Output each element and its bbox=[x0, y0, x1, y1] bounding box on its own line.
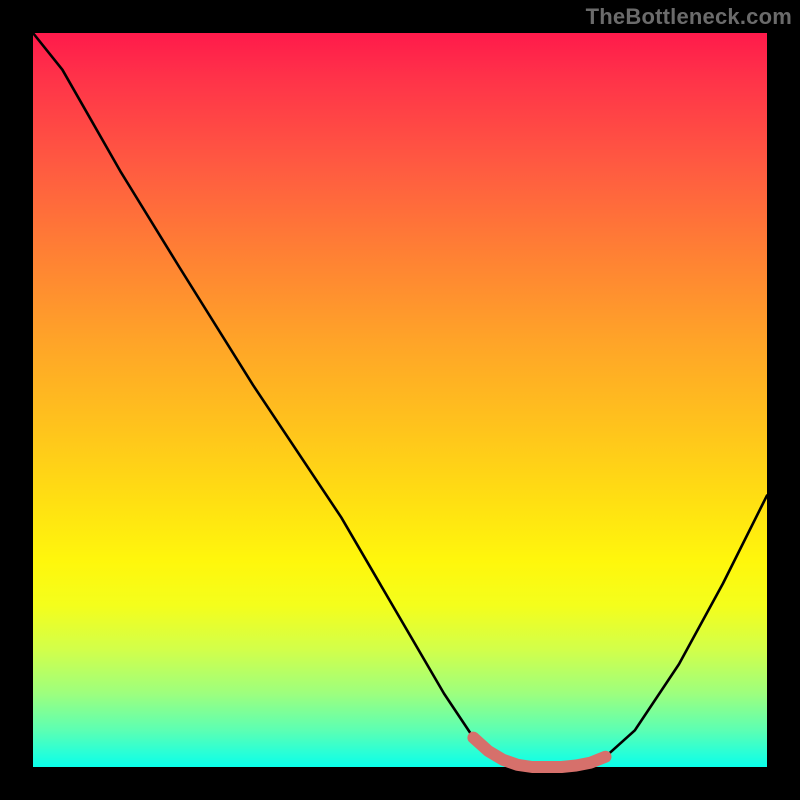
curve-svg bbox=[33, 33, 767, 767]
optimal-range-highlight bbox=[473, 738, 605, 767]
plot-area bbox=[33, 33, 767, 767]
bottleneck-curve bbox=[33, 33, 767, 767]
chart-frame: TheBottleneck.com bbox=[0, 0, 800, 800]
watermark-text: TheBottleneck.com bbox=[586, 4, 792, 30]
